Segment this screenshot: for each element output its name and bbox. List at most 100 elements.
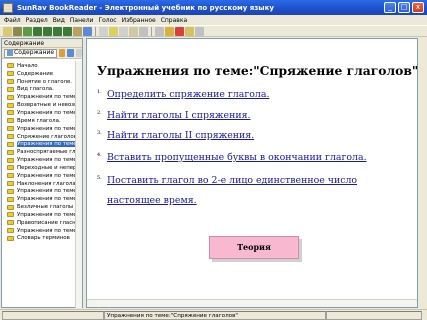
toolbar-button-icon[interactable] bbox=[155, 26, 164, 36]
tree-item[interactable]: Разноспрягаемые гла bbox=[7, 148, 79, 156]
tree-item[interactable]: Упражнения по теме " bbox=[7, 211, 79, 219]
options-icon[interactable] bbox=[75, 49, 82, 57]
tree-item[interactable]: Время глагола. bbox=[7, 117, 79, 125]
tree-item-label: Упражнения по теме " bbox=[17, 172, 79, 179]
tree-item[interactable]: Упражнения по теме " bbox=[7, 195, 79, 203]
minimize-button[interactable]: _ bbox=[384, 2, 396, 13]
exercise-link[interactable]: Найти глаголы II спряжения. bbox=[107, 127, 254, 145]
theory-button[interactable]: Теория bbox=[209, 236, 299, 259]
contents-panel: Содержание Содержание Начало Содержание По… bbox=[1, 38, 83, 308]
tree-item[interactable]: Упражнения по теме " bbox=[7, 109, 79, 117]
menu-panels[interactable]: Панели bbox=[70, 17, 94, 24]
folder-icon bbox=[7, 212, 14, 218]
status-text: Упражнения по теме:"Спряжение глаголов" bbox=[104, 310, 326, 320]
menu-favorites[interactable]: Избранное bbox=[122, 17, 156, 24]
tree-item[interactable]: Упражнения по теме " bbox=[7, 188, 79, 196]
tree-item[interactable]: Словарь терминов bbox=[7, 235, 79, 243]
tree-item[interactable]: Упражнения по теме " bbox=[7, 125, 79, 133]
contents-scrollbar[interactable] bbox=[75, 61, 82, 308]
title-bar[interactable]: SunRav BookReader - Электронный учебник … bbox=[0, 0, 427, 15]
tree-item-label: Начало bbox=[17, 62, 38, 69]
toolbar-button-icon[interactable] bbox=[13, 26, 22, 36]
tree-item-label: Наклонения глагола bbox=[17, 180, 76, 187]
toolbar-button-icon[interactable] bbox=[53, 26, 62, 36]
contents-panel-header: Содержание bbox=[2, 39, 82, 48]
menu-help[interactable]: Справка bbox=[161, 17, 187, 24]
toolbar-button-icon[interactable] bbox=[195, 26, 204, 36]
exercise-link[interactable]: Определить спряжение глагола. bbox=[107, 86, 269, 104]
menu-view[interactable]: Вид bbox=[53, 17, 65, 24]
folder-icon bbox=[7, 126, 14, 132]
status-cell-left bbox=[2, 310, 104, 320]
tree-item-label: Упражнения по теме " bbox=[17, 227, 79, 234]
status-bar: Упражнения по теме:"Спряжение глаголов" bbox=[0, 309, 427, 320]
tree-item[interactable]: Содержание bbox=[7, 70, 79, 78]
tree-item[interactable]: Правописание гласны bbox=[7, 219, 79, 227]
folder-icon bbox=[7, 204, 14, 210]
tree-item[interactable]: Спряжение глаголов bbox=[7, 133, 79, 141]
menu-section[interactable]: Раздел bbox=[26, 17, 48, 24]
folder-icon bbox=[7, 71, 14, 77]
tree-item[interactable]: Упражнения по теме " bbox=[7, 156, 79, 164]
tree-item-label: Безличные глаголы bbox=[17, 204, 74, 211]
tree-item[interactable]: Безличные глаголы bbox=[7, 203, 79, 211]
tree-item[interactable]: Наклонения глагола bbox=[7, 180, 79, 188]
tree-item[interactable]: Вид глагола. bbox=[7, 86, 79, 94]
tree-item[interactable]: Упражнения по теме " bbox=[7, 93, 79, 101]
toolbar-button-icon[interactable] bbox=[43, 26, 52, 36]
toolbar-button-icon[interactable] bbox=[83, 26, 92, 36]
folder-icon bbox=[7, 141, 14, 147]
menu-bar: Файл Раздел Вид Панели Голос Избранное С… bbox=[0, 15, 427, 25]
bookmark-icon[interactable] bbox=[59, 49, 66, 57]
exercise-link[interactable]: Найти глаголы I спряжения. bbox=[107, 107, 251, 125]
tree-item[interactable]: Переходные и непере bbox=[7, 164, 79, 172]
toolbar-button-icon[interactable] bbox=[109, 26, 118, 36]
exercise-number: 3. bbox=[97, 130, 102, 136]
toolbar-button-icon[interactable] bbox=[33, 26, 42, 36]
toolbar-button-icon[interactable] bbox=[23, 26, 32, 36]
toolbar-button-icon[interactable] bbox=[63, 26, 72, 36]
tree-item-label: Спряжение глаголов bbox=[17, 133, 77, 140]
toolbar-button-icon[interactable] bbox=[119, 26, 128, 36]
tree-item-label: Упражнения по теме " bbox=[17, 188, 79, 195]
tree-item-label: Упражнения по теме:" bbox=[17, 141, 79, 148]
maximize-button[interactable]: □ bbox=[398, 2, 410, 13]
toolbar-button-icon[interactable] bbox=[185, 26, 194, 36]
tree-item[interactable]: Упражнения по теме:" bbox=[7, 140, 79, 148]
menu-file[interactable]: Файл bbox=[4, 17, 21, 24]
toolbar-button-icon[interactable] bbox=[175, 26, 184, 36]
tab-contents-label: Содержание bbox=[14, 49, 55, 56]
tree-item[interactable]: Упражнения по теме " bbox=[7, 227, 79, 235]
tree-item[interactable]: Начало bbox=[7, 62, 79, 70]
toolbar-button-icon[interactable] bbox=[3, 26, 12, 36]
close-button[interactable]: x bbox=[412, 2, 424, 13]
exercise-link[interactable]: Поставить глагол во 2-е лицо единственно… bbox=[107, 172, 357, 190]
toolbar-button-icon[interactable] bbox=[165, 26, 174, 36]
exercise-link[interactable]: Вставить пропущенные буквы в окончании г… bbox=[107, 149, 367, 167]
tree-item[interactable]: Упражнения по теме " bbox=[7, 172, 79, 180]
toolbar-button-icon[interactable] bbox=[129, 26, 138, 36]
exercise-item: 4. Вставить пропущенные буквы в окончани… bbox=[97, 149, 367, 167]
window-controls: _ □ x bbox=[384, 2, 424, 13]
content-horizontal-scrollbar[interactable] bbox=[87, 299, 417, 307]
exercise-item: 1. Определить спряжение глагола. bbox=[97, 86, 269, 104]
app-icon bbox=[3, 2, 13, 13]
toolbar-button-icon[interactable] bbox=[99, 26, 108, 36]
tab-contents[interactable]: Содержание bbox=[4, 48, 58, 58]
toolbar-button-icon[interactable] bbox=[73, 26, 82, 36]
menu-voice[interactable]: Голос bbox=[98, 17, 116, 24]
exercise-link-continuation[interactable]: настоящее время. bbox=[107, 192, 197, 210]
tree-item-label: Упражнения по теме " bbox=[17, 125, 79, 132]
search-icon[interactable] bbox=[67, 49, 74, 57]
toolbar-button-icon[interactable] bbox=[139, 26, 148, 36]
folder-icon bbox=[7, 118, 14, 124]
tree-item-label: Переходные и непере bbox=[17, 164, 79, 171]
exercise-item-continuation: настоящее время. bbox=[97, 192, 197, 210]
tree-item-label: Содержание bbox=[17, 70, 54, 77]
exercise-item: 2. Найти глаголы I спряжения. bbox=[97, 107, 251, 125]
tree-item[interactable]: Понятие о глаголе. bbox=[7, 78, 79, 86]
tree-item[interactable]: Возвратные и невозв bbox=[7, 101, 79, 109]
folder-icon bbox=[7, 94, 14, 100]
exercise-number: 5. bbox=[97, 175, 102, 181]
folder-icon bbox=[7, 196, 14, 202]
